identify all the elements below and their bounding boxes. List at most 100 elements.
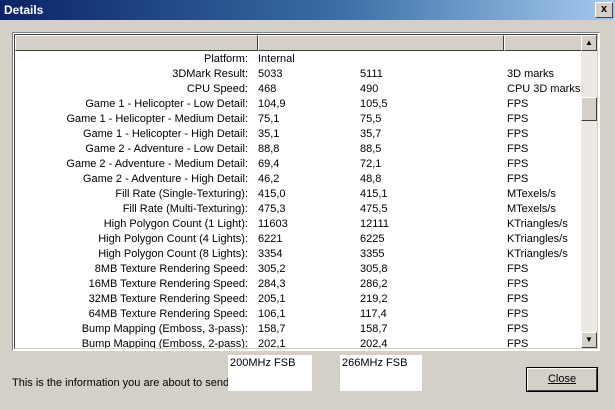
row-value-1: 88,8 <box>258 143 280 155</box>
table-row[interactable]: Game 2 - Adventure - Medium Detail: 69,4 7… <box>15 157 583 172</box>
row-label: Bump Mapping (Emboss, 2-pass): <box>81 338 248 349</box>
row-unit: KTriangles/s <box>507 218 568 230</box>
scroll-down-icon[interactable]: ▼ <box>581 332 597 348</box>
row-label: 32MB Texture Rendering Speed: <box>88 293 248 305</box>
info-text: This is the information you are about to… <box>12 377 230 389</box>
row-label: Game 2 - Adventure - High Detail: <box>82 173 248 185</box>
row-value-2: 415,1 <box>360 188 388 200</box>
row-value-1: 305,2 <box>258 263 286 275</box>
row-value-1: 415,0 <box>258 188 286 200</box>
row-value-2: 6225 <box>360 233 385 245</box>
table-row[interactable]: Game 2 - Adventure - High Detail: 46,2 48,… <box>15 172 583 187</box>
row-label: Game 2 - Adventure - Medium Detail: <box>66 158 248 170</box>
row-value-2: 3355 <box>360 248 385 260</box>
table-row[interactable]: Bump Mapping (Emboss, 3-pass): 158,7 158,7… <box>15 322 583 337</box>
scroll-up-icon[interactable]: ▲ <box>581 35 597 51</box>
row-value-2: 75,5 <box>360 113 382 125</box>
row-unit: FPS <box>507 143 529 155</box>
row-value-2: 117,4 <box>360 308 387 320</box>
table-row[interactable]: 8MB Texture Rendering Speed: 305,2 305,8 FP… <box>15 262 583 277</box>
row-value-2: 490 <box>360 83 379 95</box>
table-row[interactable]: High Polygon Count (1 Light): 11603 12111 K… <box>15 217 583 232</box>
table-row[interactable]: 3DMark Result: 5033 5111 3D marks <box>15 67 583 82</box>
row-label: Platform: <box>203 53 248 65</box>
table-row[interactable]: Game 1 - Helicopter - Medium Detail: 75,1… <box>15 112 583 127</box>
fsb-label-right: 266MHz FSB <box>340 355 422 391</box>
row-unit: 3D marks <box>507 68 555 80</box>
row-value-2: 305,8 <box>360 263 388 275</box>
row-unit: FPS <box>507 128 529 140</box>
row-value-2: 35,7 <box>360 128 382 140</box>
row-unit: FPS <box>507 323 529 335</box>
table-row[interactable]: Fill Rate (Multi-Texturing): 475,3 475,5 MT… <box>15 202 583 217</box>
row-value-2: 12111 <box>360 218 389 230</box>
row-unit: FPS <box>507 98 529 110</box>
row-unit: MTexels/s <box>507 203 556 215</box>
column-header-label[interactable] <box>15 35 258 51</box>
row-label: Fill Rate (Single-Texturing): <box>115 188 248 200</box>
row-label: Game 1 - Helicopter - Low Detail: <box>85 98 248 110</box>
row-unit: FPS <box>507 278 529 290</box>
row-unit: FPS <box>507 263 529 275</box>
table-row[interactable]: 32MB Texture Rendering Speed: 205,1 219,2 F… <box>15 292 583 307</box>
table-row[interactable]: High Polygon Count (8 Lights): 3354 3355 KT… <box>15 247 583 262</box>
fsb-label-right-text: 266MHz FSB <box>342 357 408 369</box>
row-label: Bump Mapping (Emboss, 3-pass): <box>81 323 248 335</box>
row-unit: MTexels/s <box>507 188 556 200</box>
row-label: 8MB Texture Rendering Speed: <box>94 263 248 275</box>
row-value-1: 5033 <box>258 68 283 80</box>
column-header-value-1[interactable] <box>258 35 504 51</box>
column-header-unit[interactable] <box>504 35 583 51</box>
row-value-2: 286,2 <box>360 278 388 290</box>
table-row[interactable]: Bump Mapping (Emboss, 2-pass): 202,1 202,4… <box>15 337 583 349</box>
table-row[interactable]: Fill Rate (Single-Texturing): 415,0 415,1 M… <box>15 187 583 202</box>
close-button[interactable]: Close <box>526 367 598 392</box>
row-label: High Polygon Count (1 Light): <box>103 218 248 230</box>
row-value-1: 468 <box>258 83 277 95</box>
table-row[interactable]: Game 1 - Helicopter - Low Detail: 104,9 10… <box>15 97 583 112</box>
row-value-1: 475,3 <box>258 203 286 215</box>
row-value-2: 105,5 <box>360 98 388 110</box>
close-button-label: Close <box>547 373 577 385</box>
table-row[interactable]: 16MB Texture Rendering Speed: 284,3 286,2 F… <box>15 277 583 292</box>
table-row[interactable]: Platform: Internal <box>15 52 583 67</box>
row-value-1: 205,1 <box>258 293 286 305</box>
row-label: Game 2 - Adventure - Low Detail: <box>85 143 248 155</box>
row-value-1: 69,4 <box>258 158 280 170</box>
table-row[interactable]: 64MB Texture Rendering Speed: 106,1 117,4 F… <box>15 307 583 322</box>
row-value-2: 219,2 <box>360 293 388 305</box>
vertical-scrollbar[interactable]: ▲ ▼ <box>581 35 597 348</box>
details-list: Platform: Internal 3DMark Result: 5033 5111 3… <box>12 32 600 351</box>
row-value-1: 104,9 <box>258 98 286 110</box>
row-label: 16MB Texture Rendering Speed: <box>88 278 248 290</box>
row-label: 64MB Texture Rendering Speed: <box>88 308 248 320</box>
row-unit: FPS <box>507 113 529 125</box>
row-label: Game 1 - Helicopter - High Detail: <box>82 128 248 140</box>
table-row[interactable]: Game 1 - Helicopter - High Detail: 35,1 35… <box>15 127 583 142</box>
row-unit: KTriangles/s <box>507 248 568 260</box>
row-value-1: 158,7 <box>258 323 286 335</box>
row-value-1: 6221 <box>258 233 283 245</box>
row-unit: FPS <box>507 173 529 185</box>
row-label: CPU Speed: <box>186 83 248 95</box>
row-unit: CPU 3D marks <box>507 83 581 95</box>
fsb-label-left: 200MHz FSB <box>228 355 312 391</box>
row-value-1: 75,1 <box>258 113 280 125</box>
close-window-icon[interactable]: x <box>595 2 613 18</box>
row-value-2: 5111 <box>360 68 383 80</box>
row-value-1: 3354 <box>258 248 283 260</box>
scroll-thumb[interactable] <box>581 97 597 121</box>
row-value-1: 284,3 <box>258 278 286 290</box>
title-bar[interactable]: Details x <box>0 0 615 20</box>
table-row[interactable]: CPU Speed: 468 490 CPU 3D marks <box>15 82 583 97</box>
fsb-label-left-text: 200MHz FSB <box>230 357 296 369</box>
row-value-2: 72,1 <box>360 158 382 170</box>
table-row[interactable]: Game 2 - Adventure - Low Detail: 88,8 88,5… <box>15 142 583 157</box>
row-label: High Polygon Count (4 Lights): <box>98 233 248 245</box>
table-row[interactable]: High Polygon Count (4 Lights): 6221 6225 KT… <box>15 232 583 247</box>
row-label: 3DMark Result: <box>172 68 248 80</box>
row-value-1: 35,1 <box>258 128 280 140</box>
row-value-2: 158,7 <box>360 323 388 335</box>
row-value-1: 46,2 <box>258 173 280 185</box>
row-value-1: 106,1 <box>258 308 286 320</box>
